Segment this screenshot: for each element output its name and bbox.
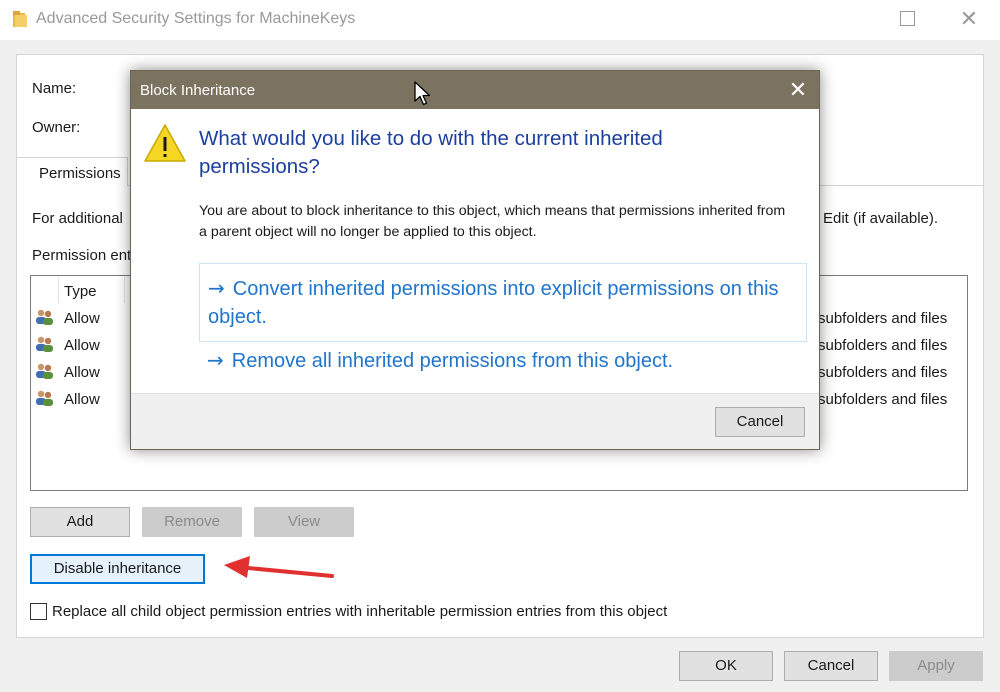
row-type[interactable]: Allow: [64, 391, 100, 408]
convert-option-label: Convert inherited permissions into expli…: [208, 278, 779, 328]
users-icon: [36, 309, 53, 325]
column-separator[interactable]: [124, 277, 125, 303]
name-label: Name:: [32, 80, 77, 97]
row-type[interactable]: Allow: [64, 337, 100, 354]
dialog-title: Block Inheritance: [140, 82, 256, 99]
red-arrow-annotation: [224, 556, 334, 578]
mouse-cursor-icon: [414, 81, 431, 106]
row-type[interactable]: Allow: [64, 364, 100, 381]
remove-inherited-permissions-option[interactable]: → Remove all inherited permissions from t…: [199, 336, 807, 385]
replace-child-permissions-checkbox[interactable]: [30, 603, 47, 620]
row-type[interactable]: Allow: [64, 310, 100, 327]
add-button[interactable]: Add: [30, 507, 130, 537]
users-icon: [36, 336, 53, 352]
ok-button[interactable]: OK: [679, 651, 773, 681]
row-applies-to[interactable]: subfolders and files: [818, 337, 947, 354]
row-applies-to[interactable]: subfolders and files: [818, 310, 947, 327]
maximize-button[interactable]: [900, 11, 915, 26]
arrow-right-icon: →: [207, 348, 224, 372]
tab-permissions[interactable]: Permissions: [16, 157, 128, 186]
owner-label: Owner:: [32, 119, 81, 136]
column-separator[interactable]: [58, 277, 59, 303]
warning-icon: [144, 124, 186, 162]
folder-icon: [13, 11, 27, 27]
window-close-button[interactable]: ✕: [958, 4, 980, 34]
info-text-left: For additional: [32, 210, 123, 227]
dialog-body-text: You are about to block inheritance to th…: [199, 203, 786, 240]
cancel-button[interactable]: Cancel: [784, 651, 878, 681]
window-title: Advanced Security Settings for MachineKe…: [36, 10, 356, 27]
apply-button[interactable]: Apply: [889, 651, 983, 681]
dialog-close-button[interactable]: ✕: [785, 77, 811, 103]
dialog-footer: Cancel: [131, 393, 819, 449]
dialog-titlebar: Block Inheritance ✕: [131, 71, 819, 109]
replace-child-permissions-label: Replace all child object permission entr…: [52, 603, 668, 620]
remove-button[interactable]: Remove: [142, 507, 242, 537]
block-inheritance-dialog: Block Inheritance ✕ What would you like …: [130, 70, 820, 450]
disable-inheritance-button[interactable]: Disable inheritance: [30, 554, 205, 584]
users-icon: [36, 363, 53, 379]
permission-entries-label: Permission ent: [32, 247, 132, 264]
column-header-type[interactable]: Type: [64, 283, 97, 300]
convert-inherited-permissions-option[interactable]: → Convert inherited permissions into expl…: [199, 263, 807, 342]
arrow-right-icon: →: [208, 276, 225, 300]
users-icon: [36, 390, 53, 406]
view-button[interactable]: View: [254, 507, 354, 537]
window-titlebar: Advanced Security Settings for MachineKe…: [0, 0, 1000, 40]
row-applies-to[interactable]: subfolders and files: [818, 391, 947, 408]
remove-option-label: Remove all inherited permissions from th…: [231, 350, 674, 372]
info-text-right: Edit (if available).: [823, 210, 939, 227]
dialog-heading: What would you like to do with the curre…: [199, 127, 663, 178]
row-applies-to[interactable]: subfolders and files: [818, 364, 947, 381]
dialog-cancel-button[interactable]: Cancel: [715, 407, 805, 437]
